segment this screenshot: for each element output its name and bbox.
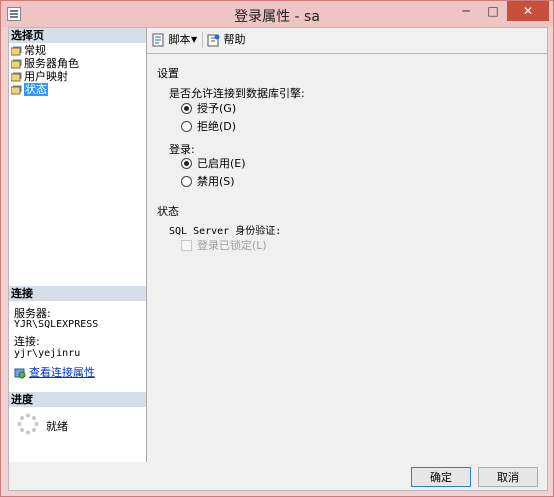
page-item-general[interactable]: 常规 (11, 44, 46, 57)
page-item-user-mapping[interactable]: 用户映射 (11, 70, 68, 83)
script-dropdown-button[interactable]: ▼ (191, 32, 197, 48)
maximize-button[interactable]: □ (480, 1, 506, 21)
progress-status: 就绪 (46, 420, 68, 433)
locked-checkbox-label: 登录已锁定(L) (197, 239, 267, 252)
server-value: YJR\SQLEXPRESS (14, 319, 99, 330)
help-button[interactable]: 帮助 (206, 32, 246, 48)
ok-button[interactable]: 确定 (411, 467, 471, 487)
connection-value: yjr\yejinru (14, 348, 81, 359)
cancel-button[interactable]: 取消 (478, 467, 538, 487)
content-pane: 脚本 ▼ 帮助 设置 是否允许连接到数据库引擎: 授予(G) 拒绝(D) 登录:… (147, 28, 547, 462)
radio-selected-icon (181, 102, 192, 114)
db-engine-question: 是否允许连接到数据库引擎: (169, 87, 305, 100)
connection-header: 连接 (9, 286, 146, 301)
status-heading: 状态 (157, 205, 179, 218)
script-button[interactable]: 脚本 (151, 32, 191, 48)
page-item-server-roles[interactable]: 服务器角色 (11, 57, 79, 70)
login-heading: 登录: (169, 143, 195, 156)
progress-header: 进度 (9, 392, 146, 407)
help-icon (206, 33, 220, 47)
page-icon (11, 72, 22, 82)
page-icon (11, 59, 22, 69)
select-page-header: 选择页 (9, 28, 146, 43)
dialog-body: 选择页 常规 服务器角色 用户映射 状态 连接 服务器: YJR\SQLEXPR… (8, 27, 548, 491)
deny-radio-label: 拒绝(D) (197, 120, 237, 133)
page-item-label: 状态 (24, 83, 48, 96)
page-item-status[interactable]: 状态 (11, 83, 48, 96)
page-item-label: 服务器角色 (24, 57, 79, 70)
radio-unselected-icon (181, 120, 192, 132)
connection-label: 连接: (14, 335, 40, 348)
dialog-window: 登录属性 - sa ─ □ ✕ 选择页 常规 服务器角色 用户映射 状态 连接 … (0, 0, 554, 497)
help-label: 帮助 (223, 33, 246, 46)
grant-radio[interactable]: 授予(G) (181, 102, 236, 116)
progress-spinner-icon (17, 413, 39, 435)
properties-icon (14, 368, 26, 379)
grant-radio-label: 授予(G) (197, 102, 237, 115)
locked-checkbox[interactable]: 登录已锁定(L) (181, 239, 267, 253)
checkbox-icon (181, 239, 192, 251)
close-button[interactable]: ✕ (507, 1, 549, 21)
settings-heading: 设置 (157, 67, 179, 80)
page-item-label: 常规 (24, 44, 46, 57)
view-connection-link-label: 查看连接属性 (29, 366, 95, 379)
disabled-radio[interactable]: 禁用(S) (181, 175, 235, 189)
title-bar[interactable]: 登录属性 - sa ─ □ ✕ (1, 1, 553, 27)
enabled-radio-label: 已启用(E) (197, 157, 246, 170)
sql-auth-label: SQL Server 身份验证: (169, 226, 282, 237)
script-icon (151, 33, 165, 47)
chevron-down-icon: ▼ (191, 35, 198, 44)
toolbar-separator (202, 32, 203, 48)
script-label: 脚本 (168, 33, 191, 46)
radio-selected-icon (181, 157, 192, 169)
minimize-button[interactable]: ─ (453, 1, 479, 21)
toolbar: 脚本 ▼ 帮助 (147, 28, 547, 54)
deny-radio[interactable]: 拒绝(D) (181, 120, 236, 134)
page-item-label: 用户映射 (24, 70, 68, 83)
left-pane: 选择页 常规 服务器角色 用户映射 状态 连接 服务器: YJR\SQLEXPR… (9, 28, 147, 462)
page-icon (11, 46, 22, 56)
page-icon (11, 85, 22, 95)
enabled-radio[interactable]: 已启用(E) (181, 157, 246, 171)
radio-unselected-icon (181, 175, 192, 187)
view-connection-properties-link[interactable]: 查看连接属性 (14, 364, 95, 380)
disabled-radio-label: 禁用(S) (197, 175, 235, 188)
